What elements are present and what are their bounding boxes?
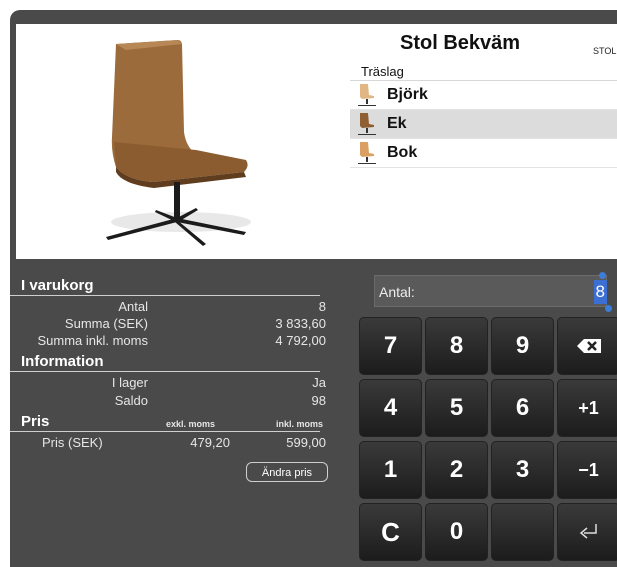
price-col-excl: exkl. moms	[166, 419, 216, 429]
key-9[interactable]: 9	[491, 317, 554, 375]
key-6[interactable]: 6	[491, 379, 554, 437]
chair-birch-icon	[358, 84, 376, 106]
wood-option-label: Bok	[387, 144, 418, 161]
selection-handle-top[interactable]	[599, 272, 606, 279]
antal-label: Antal:	[379, 284, 415, 300]
cart-row-summa-inkl: Summa inkl. moms 4 792,00	[10, 333, 340, 350]
plus-one-key[interactable]: +1	[557, 379, 617, 437]
row-label: I lager	[111, 375, 148, 390]
wood-option-label: Ek	[387, 115, 407, 132]
blank-key[interactable]	[491, 503, 554, 561]
key-7[interactable]: 7	[359, 317, 422, 375]
chair-oak-icon	[358, 113, 376, 135]
app-window: Stol Bekväm STOL1 Träslag Björk Ek	[10, 10, 617, 567]
cart-row-antal: Antal 8	[10, 299, 340, 316]
price-row-label: Pris (SEK)	[42, 435, 103, 450]
info-row-i-lager: I lager Ja	[10, 375, 340, 392]
cart-section-header: I varukorg	[10, 277, 320, 296]
antal-value[interactable]: 8	[593, 280, 607, 304]
key-0[interactable]: 0	[425, 503, 488, 561]
price-incl-value: 599,00	[286, 435, 326, 450]
wood-option-ek[interactable]: Ek	[350, 110, 617, 139]
info-panel: I varukorg Antal 8 Summa (SEK) 3 833,60 …	[10, 265, 340, 565]
change-price-button[interactable]: Ändra pris	[246, 462, 328, 482]
cart-row-summa: Summa (SEK) 3 833,60	[10, 316, 340, 333]
key-3[interactable]: 3	[491, 441, 554, 499]
chair-product-image	[106, 40, 251, 246]
antal-field[interactable]: Antal: 8	[374, 272, 612, 312]
product-title: Stol Bekväm	[400, 32, 521, 54]
price-header-label: Pris	[21, 413, 50, 430]
wood-option-bok[interactable]: Bok	[350, 139, 617, 168]
row-label: Antal	[118, 299, 148, 314]
key-4[interactable]: 4	[359, 379, 422, 437]
price-excl-value: 479,20	[190, 435, 230, 450]
chair-beech-icon	[358, 142, 376, 164]
row-label: Saldo	[114, 393, 148, 408]
wood-option-label: Björk	[387, 86, 428, 103]
key-8[interactable]: 8	[425, 317, 488, 375]
info-row-saldo: Saldo 98	[10, 393, 340, 410]
wood-type-section: Träslag Björk Ek Bok	[350, 64, 617, 168]
backspace-icon	[576, 339, 601, 353]
wood-type-label: Träslag	[350, 64, 617, 81]
row-value: 8	[318, 299, 326, 314]
selection-handle-bottom[interactable]	[605, 305, 612, 312]
price-section-header: Pris exkl. moms inkl. moms	[10, 413, 324, 432]
key-5[interactable]: 5	[425, 379, 488, 437]
backspace-key[interactable]	[557, 317, 617, 375]
row-label: Summa inkl. moms	[37, 333, 148, 348]
wood-option-bjork[interactable]: Björk	[350, 81, 617, 110]
row-label: Summa (SEK)	[64, 316, 148, 331]
row-value: 98	[311, 393, 326, 408]
price-row: Pris (SEK) 479,20 599,00	[10, 435, 340, 452]
row-value: 3 833,60	[275, 316, 326, 331]
enter-key[interactable]	[557, 503, 617, 561]
key-2[interactable]: 2	[425, 441, 488, 499]
row-value: 4 792,00	[275, 333, 326, 348]
row-value: Ja	[312, 375, 326, 390]
information-section-header: Information	[10, 353, 320, 372]
product-panel: Stol Bekväm STOL1 Träslag Björk Ek	[16, 24, 617, 259]
key-1[interactable]: 1	[359, 441, 422, 499]
return-icon	[579, 524, 597, 539]
product-code: STOL1	[593, 46, 617, 56]
clear-key[interactable]: C	[359, 503, 422, 561]
price-col-incl: inkl. moms	[276, 419, 324, 429]
cart-header-label: I varukorg	[21, 277, 94, 294]
information-header-label: Information	[21, 353, 104, 370]
minus-one-key[interactable]: −1	[557, 441, 617, 499]
